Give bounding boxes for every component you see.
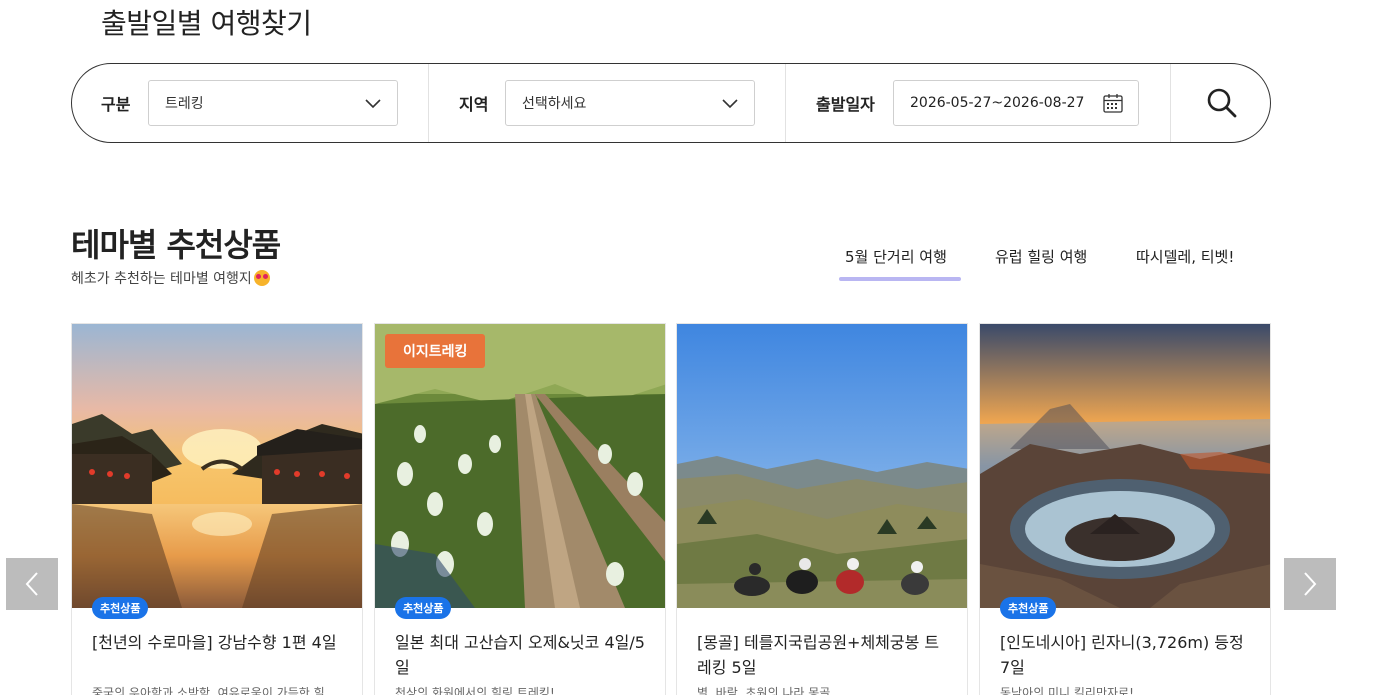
- tab-europe-healing[interactable]: 유럽 힐링 여행: [995, 246, 1087, 267]
- region-label: 지역: [459, 95, 489, 114]
- search-icon: [1207, 88, 1236, 118]
- product-card[interactable]: 추천상품 [인도네시아] 린자니(3,726m) 등정 7일 동남아의 미니 킬…: [979, 323, 1271, 695]
- date-range-field[interactable]: 2026-05-27~2026-08-27: [893, 80, 1139, 126]
- chevron-down-icon: [365, 99, 381, 109]
- date-group: 출발일자: [816, 64, 875, 142]
- date-range-value: 2026-05-27~2026-08-27: [910, 95, 1085, 111]
- divider: [785, 64, 786, 142]
- category-select[interactable]: 트레킹: [148, 80, 398, 126]
- chevron-down-icon: [722, 99, 738, 109]
- date-label: 출발일자: [816, 95, 875, 114]
- divider: [428, 64, 429, 142]
- carousel-next-button[interactable]: [1284, 558, 1336, 610]
- calendar-icon[interactable]: [1102, 92, 1124, 114]
- region-value: 선택하세요: [522, 96, 587, 112]
- product-card[interactable]: 이지트레킹 추천상품 일본 최대 고산습지 오제&닛코 4일/5일 천상의 화원…: [374, 323, 666, 695]
- category-group: 구분: [101, 64, 130, 142]
- divider: [1170, 64, 1171, 142]
- product-image-mongolia: [677, 324, 967, 608]
- product-title[interactable]: [인도네시아] 린자니(3,726m) 등정 7일: [1000, 630, 1255, 680]
- category-value: 트레킹: [165, 96, 204, 112]
- product-desc: 중국의 우아함과 소박함, 여유로움이 가득한 힐: [92, 686, 325, 695]
- recommend-badge: 추천상품: [92, 597, 149, 619]
- search-bar: 구분 트레킹 지역 선택하세요 출발일자 2026-05-27~2026-08-…: [71, 63, 1271, 143]
- product-desc: 천상의 화원에서의 힐링 트레킹!: [395, 686, 555, 695]
- recommend-badge: 추천상품: [1000, 597, 1057, 619]
- recommend-badge: 추천상품: [395, 597, 452, 619]
- product-image-volcano: [980, 324, 1270, 608]
- tab-tibet[interactable]: 따시델레, 티벳!: [1136, 246, 1234, 267]
- easy-trekking-tag: 이지트레킹: [385, 334, 486, 368]
- category-label: 구분: [101, 95, 131, 114]
- chevron-right-icon: [1304, 572, 1317, 596]
- page-title: 출발일별 여행찾기: [101, 7, 312, 40]
- product-title[interactable]: [천년의 수로마을] 강남수향 1편 4일: [92, 630, 347, 655]
- product-desc: 동남아의 미니 킬리만자로!: [1000, 686, 1134, 695]
- tab-5month-short[interactable]: 5월 단거리 여행: [839, 246, 961, 281]
- product-title[interactable]: [몽골] 테를지국립공원+체체궁봉 트레킹 5일: [697, 630, 952, 680]
- product-image-water-town: [72, 324, 362, 608]
- carousel-prev-button[interactable]: [6, 558, 58, 610]
- product-card[interactable]: 추천상품 [천년의 수로마을] 강남수향 1편 4일 중국의 우아함과 소박함,…: [71, 323, 363, 695]
- region-group: 지역: [459, 64, 488, 142]
- region-select[interactable]: 선택하세요: [505, 80, 755, 126]
- search-button[interactable]: [1172, 64, 1271, 142]
- chevron-left-icon: [25, 572, 38, 596]
- theme-tabs: 5월 단거리 여행 유럽 힐링 여행 따시델레, 티벳!: [0, 246, 1378, 281]
- product-card[interactable]: [몽골] 테를지국립공원+체체궁봉 트레킹 5일 별, 바람, 초원의 나라 몽…: [676, 323, 968, 695]
- product-desc: 별, 바람, 초원의 나라 몽골: [697, 686, 831, 695]
- product-title[interactable]: 일본 최대 고산습지 오제&닛코 4일/5일: [395, 630, 650, 680]
